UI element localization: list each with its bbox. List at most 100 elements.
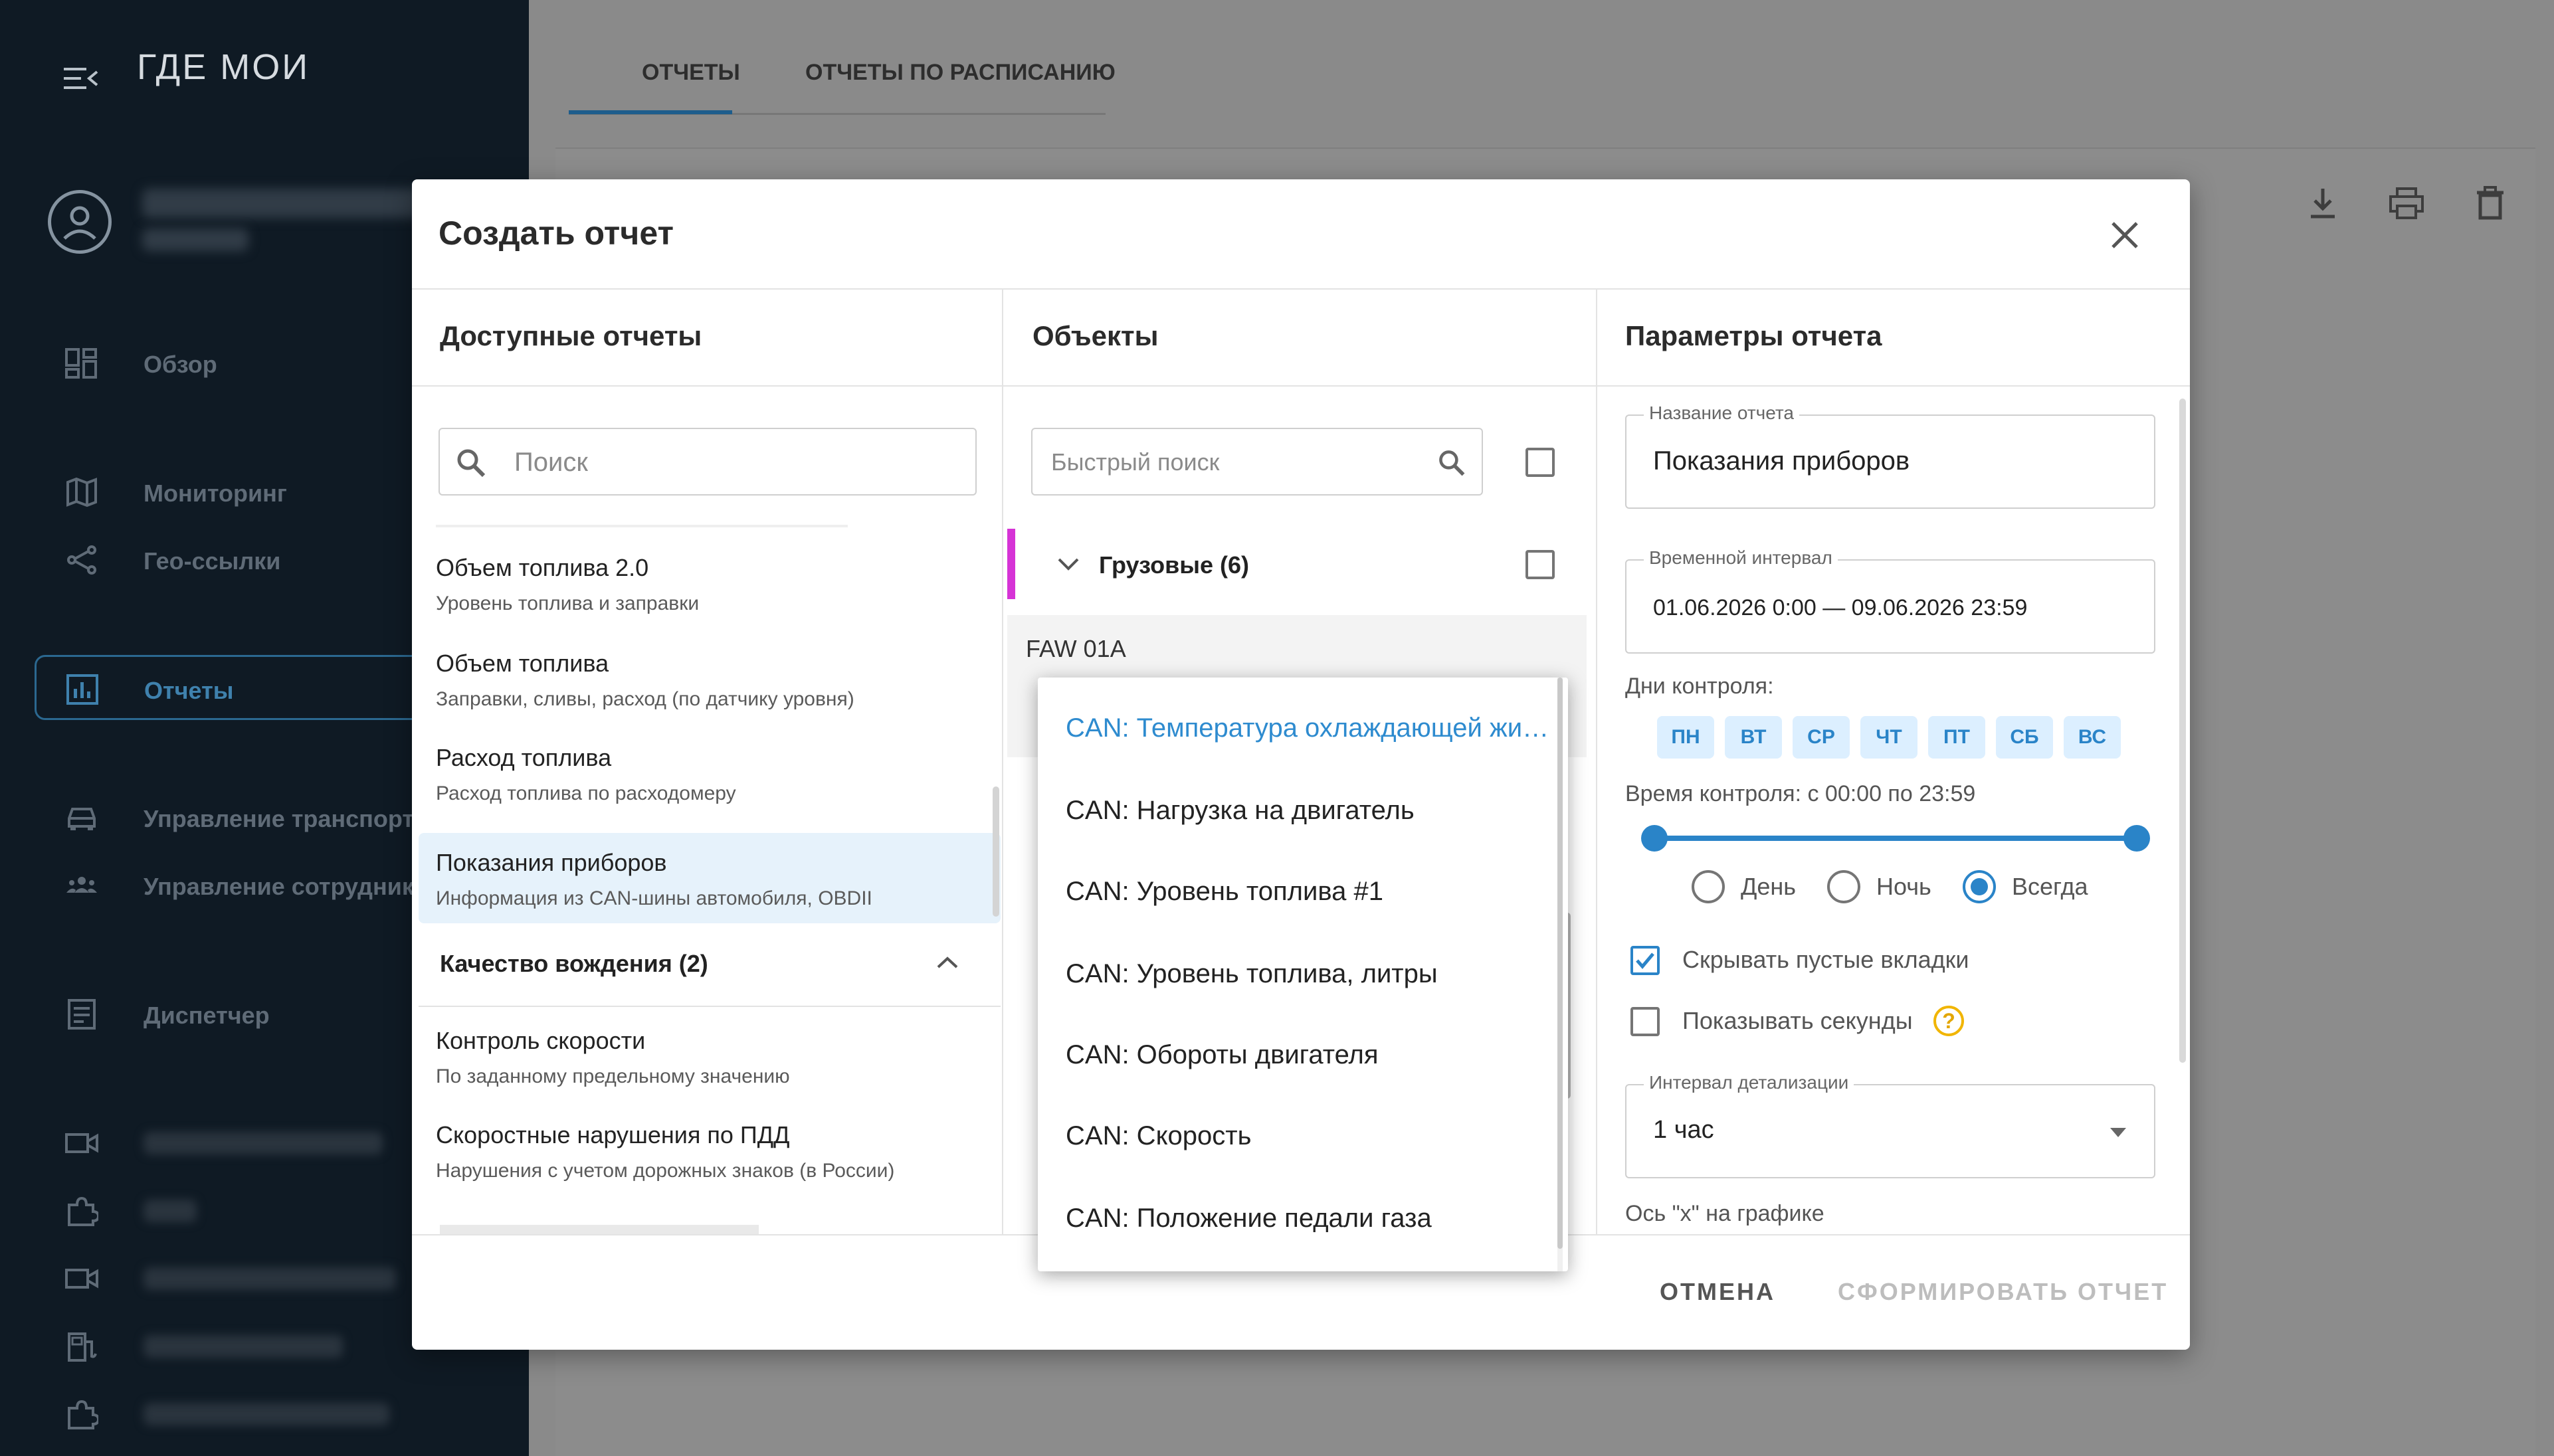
radio-night[interactable] (1827, 870, 1860, 903)
radio-always[interactable] (1963, 870, 1996, 903)
hide-empty-tabs-label: Скрывать пустые вкладки (1682, 946, 1969, 973)
radio-night-label: Ночь (1876, 873, 1931, 900)
day-toggle-tue[interactable]: ВТ (1725, 716, 1782, 759)
params-scrollbar[interactable] (2179, 399, 2186, 1063)
slider-end-handle[interactable] (2123, 825, 2150, 852)
dropdown-item[interactable]: CAN: Уровень топлива, литры (1066, 959, 1551, 989)
time-interval-field[interactable]: Временной интервал 01.06.2026 0:00 — 09.… (1625, 547, 2155, 654)
fuel-card-icon (68, 1332, 97, 1362)
dropdown-item[interactable]: CAN: Обороты двигателя (1066, 1040, 1551, 1070)
clipped-group-header (436, 1221, 941, 1234)
day-toggle-mon[interactable]: ПН (1657, 716, 1714, 759)
delete-icon[interactable] (2472, 185, 2509, 222)
day-toggle-wed[interactable]: СР (1793, 716, 1850, 759)
active-tab-indicator (569, 110, 732, 114)
report-title: Расход топлива (436, 744, 612, 771)
day-toggle-sat[interactable]: СБ (1996, 716, 2053, 759)
report-subtitle: Расход топлива по расходомеру (436, 782, 736, 804)
object-group-label: Грузовые (6) (1099, 551, 1249, 579)
time-interval-label: Временной интервал (1644, 547, 1838, 569)
report-title: Скоростные нарушения по ПДД (436, 1121, 790, 1148)
report-item-selected[interactable]: Показания приборов Информация из CAN-шин… (419, 833, 1001, 923)
create-report-dialog: Создать отчет Доступные отчеты Объекты П… (412, 179, 2190, 1350)
select-all-objects-checkbox[interactable] (1525, 448, 1555, 477)
checkmark-icon (1636, 953, 1654, 969)
show-seconds-checkbox[interactable] (1630, 1007, 1660, 1036)
divider (1002, 288, 1003, 1235)
dropdown-scrollbar[interactable] (1557, 678, 1563, 1249)
report-subtitle: Информация из CAN-шины автомобиля, OBDII (436, 887, 872, 909)
dropdown-item[interactable]: CAN: Нагрузка на двигатель (1066, 796, 1551, 826)
menu-collapse-icon[interactable] (64, 65, 98, 92)
time-interval-value[interactable]: 01.06.2026 0:00 — 09.06.2026 23:59 (1653, 595, 2027, 621)
print-icon[interactable] (2388, 185, 2425, 222)
reports-search[interactable] (439, 428, 977, 496)
sidebar-item-label: Отчеты (144, 677, 234, 704)
video-camera-icon (65, 1133, 98, 1153)
dropdown-item[interactable]: CAN: Положение педали газа (1066, 1204, 1551, 1233)
day-toggle-thu[interactable]: ЧТ (1860, 716, 1917, 759)
report-subtitle: По заданному предельному значению (436, 1065, 790, 1087)
day-toggle-sun[interactable]: ВС (2064, 716, 2121, 759)
report-name-label: Название отчета (1644, 403, 1799, 424)
report-item[interactable]: Объем топлива 2.0 Уровень топлива и запр… (419, 530, 1001, 619)
radio-day[interactable] (1692, 870, 1725, 903)
report-title: Показания приборов (436, 849, 667, 876)
puzzle-icon (68, 1196, 98, 1226)
report-name-field[interactable]: Название отчета Показания приборов (1625, 403, 2155, 509)
logo[interactable]: ГДЕ МОИ (137, 46, 310, 88)
report-params-title: Параметры отчета (1625, 320, 1882, 351)
tab-scheduled-reports[interactable]: ОТЧЕТЫ ПО РАСПИСАНИЮ (805, 60, 1116, 86)
download-icon[interactable] (2304, 185, 2341, 222)
reports-search-input[interactable] (514, 445, 953, 480)
report-item[interactable]: Объем топлива Заправки, сливы, расход (п… (419, 626, 1001, 715)
group-color-marker (1007, 529, 1015, 599)
show-seconds-label: Показывать секунды (1682, 1007, 1913, 1034)
chevron-down-icon[interactable] (1055, 554, 1082, 574)
profile-id-redacted (142, 228, 248, 251)
report-item[interactable]: Контроль скорости По заданному предельно… (419, 1003, 1001, 1092)
chevron-up-icon[interactable] (933, 953, 962, 972)
dropdown-item-active[interactable]: CAN: Температура охлаждающей жидкости (1066, 713, 1551, 743)
tab-reports[interactable]: ОТЧЕТЫ (642, 60, 740, 86)
time-range-slider[interactable] (1654, 836, 2133, 841)
objects-search-input[interactable] (1051, 445, 1410, 480)
map-icon (66, 477, 97, 507)
dropdown-item[interactable]: CAN: Уровень топлива #1 (1066, 877, 1551, 907)
user-icon (63, 206, 96, 240)
dropdown-item[interactable]: CAN: Скорость (1066, 1121, 1551, 1151)
control-days-label: Дни контроля: (1625, 674, 1774, 699)
sidebar-item-label: Управление сотрудника (144, 873, 427, 900)
detail-interval-select[interactable]: Интервал детализации 1 час (1625, 1072, 2155, 1178)
sidebar-item-label: Мониторинг (144, 480, 287, 507)
generate-report-button[interactable]: СФОРМИРОВАТЬ ОТЧЕТ (1838, 1278, 2168, 1306)
slider-start-handle[interactable] (1641, 825, 1668, 852)
reports-scrollbar[interactable] (993, 786, 999, 917)
dropdown-arrow-icon (2110, 1128, 2126, 1137)
axis-x-label: Ось "x" на графике (1625, 1201, 1824, 1226)
group-driving-quality[interactable]: Качество вождения (2) (440, 950, 708, 978)
close-icon[interactable] (2104, 214, 2146, 256)
video-camera-icon (65, 1269, 98, 1289)
object-group-checkbox[interactable] (1525, 550, 1555, 579)
radio-day-label: День (1741, 873, 1797, 900)
report-name-value[interactable]: Показания приборов (1653, 446, 1910, 476)
cancel-button[interactable]: ОТМЕНА (1660, 1278, 1775, 1306)
report-item[interactable]: Расход топлива Расход топлива по расходо… (419, 720, 1001, 809)
avatar[interactable] (48, 190, 112, 254)
hide-empty-tabs-checkbox[interactable] (1630, 946, 1660, 975)
sensor-dropdown: CAN: Температура охлаждающей жидкости CA… (1038, 678, 1568, 1271)
objects-search[interactable] (1031, 428, 1483, 496)
redacted-label (144, 1132, 383, 1154)
search-icon (1439, 450, 1465, 476)
report-title: Объем топлива 2.0 (436, 554, 649, 581)
help-icon[interactable]: ? (1933, 1006, 1964, 1036)
report-subtitle: Уровень топлива и заправки (436, 592, 700, 614)
control-time-label: Время контроля: с 00:00 по 23:59 (1625, 781, 1976, 806)
redacted-label (144, 1267, 396, 1290)
object-group-trucks[interactable]: Грузовые (6) (1007, 529, 1587, 599)
share-icon (67, 545, 96, 575)
redacted-label (144, 1403, 389, 1425)
day-toggle-fri[interactable]: ПТ (1928, 716, 1985, 759)
report-item[interactable]: Скоростные нарушения по ПДД Нарушения с … (419, 1097, 1001, 1186)
